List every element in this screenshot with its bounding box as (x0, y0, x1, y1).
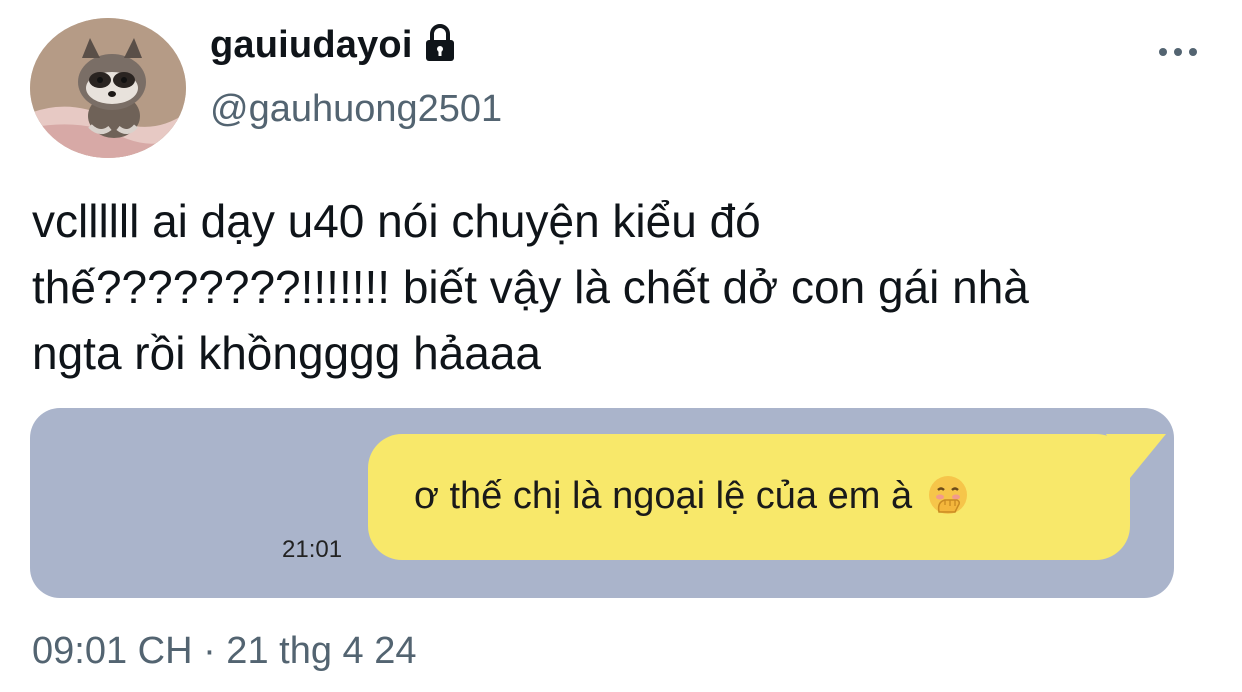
chat-message-text: ơ thế chị là ngoại lệ của em à (414, 475, 913, 517)
raccoon-avatar-image (30, 18, 186, 158)
chat-message: ơ thế chị là ngoại lệ của em à (414, 474, 969, 518)
tweet-text: vcllllll ai dạy u40 nói chuyện kiểu đó t… (32, 195, 1029, 379)
avatar[interactable] (30, 18, 186, 158)
tweet-timestamp[interactable]: 09:01 CH · 21 thg 4 24 (32, 630, 416, 673)
author-handle[interactable]: @gauhuong2501 (210, 88, 502, 131)
hand-over-mouth-emoji (928, 476, 967, 514)
message-time: 21:01 (282, 536, 343, 563)
author-display-name[interactable]: gauiudayoi (210, 24, 413, 67)
author-name-row: gauiudayoi (210, 23, 457, 67)
more-dots-icon[interactable] (1158, 44, 1198, 60)
tweet-media-image[interactable]: ơ thế chị là ngoại lệ của em à 21:01 (30, 408, 1174, 598)
lock-icon (425, 23, 454, 61)
chat-bubble: ơ thế chị là ngoại lệ của em à (368, 434, 1130, 560)
